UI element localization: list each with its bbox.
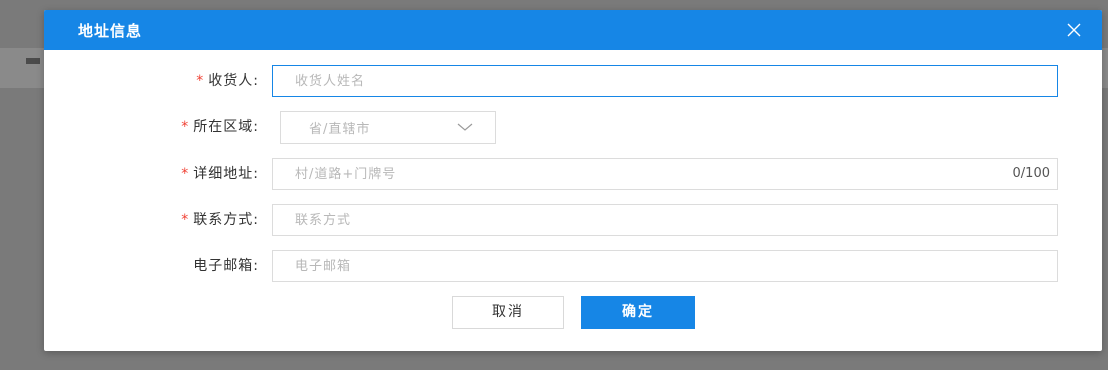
email-row: 电子邮箱: (44, 250, 1102, 282)
contact-label-text: 联系方式: (193, 212, 259, 228)
required-mark: * (181, 166, 190, 182)
address-row: *详细地址: 0/100 (44, 158, 1102, 190)
address-label: * 详细地址: (181, 158, 259, 190)
contact-label: * 联系方式: (181, 204, 259, 236)
receiver-row: * 收货人: (44, 65, 1102, 97)
address-dialog: 地址信息 *收货人: *所在区域: 省/直辖市 (44, 10, 1102, 351)
region-row: * 所在区域: 省/直辖市 (44, 111, 1102, 144)
background-dash (26, 58, 40, 64)
chevron-down-icon (457, 123, 473, 131)
region-label: * 所在区域: (181, 111, 259, 143)
background-page-strip (0, 48, 44, 88)
detail-address-input[interactable] (272, 158, 1058, 190)
address-label-text: 详细地址: (193, 166, 259, 182)
region-label-text: 所在区域: (193, 119, 259, 135)
email-label: 电子邮箱: (193, 258, 259, 274)
required-mark: * (181, 212, 190, 228)
confirm-button[interactable]: 确定 (581, 296, 695, 329)
cancel-button[interactable]: 取消 (452, 296, 564, 329)
contact-row: * 联系方式: (44, 204, 1102, 236)
email-input[interactable] (272, 250, 1058, 282)
dialog-title: 地址信息 (78, 21, 143, 40)
dialog-header: 地址信息 (44, 10, 1102, 50)
receiver-label-text: 收货人: (208, 73, 259, 89)
province-select[interactable]: 省/直辖市 (280, 111, 496, 144)
char-counter: 0/100 (1012, 166, 1050, 181)
receiver-label: * 收货人: (196, 65, 259, 97)
province-select-value: 省/直辖市 (309, 122, 371, 137)
required-mark: * (181, 119, 190, 135)
receiver-name-input[interactable] (272, 65, 1058, 97)
close-icon[interactable] (1064, 20, 1084, 40)
contact-input[interactable] (272, 204, 1058, 236)
required-mark: * (196, 73, 205, 89)
